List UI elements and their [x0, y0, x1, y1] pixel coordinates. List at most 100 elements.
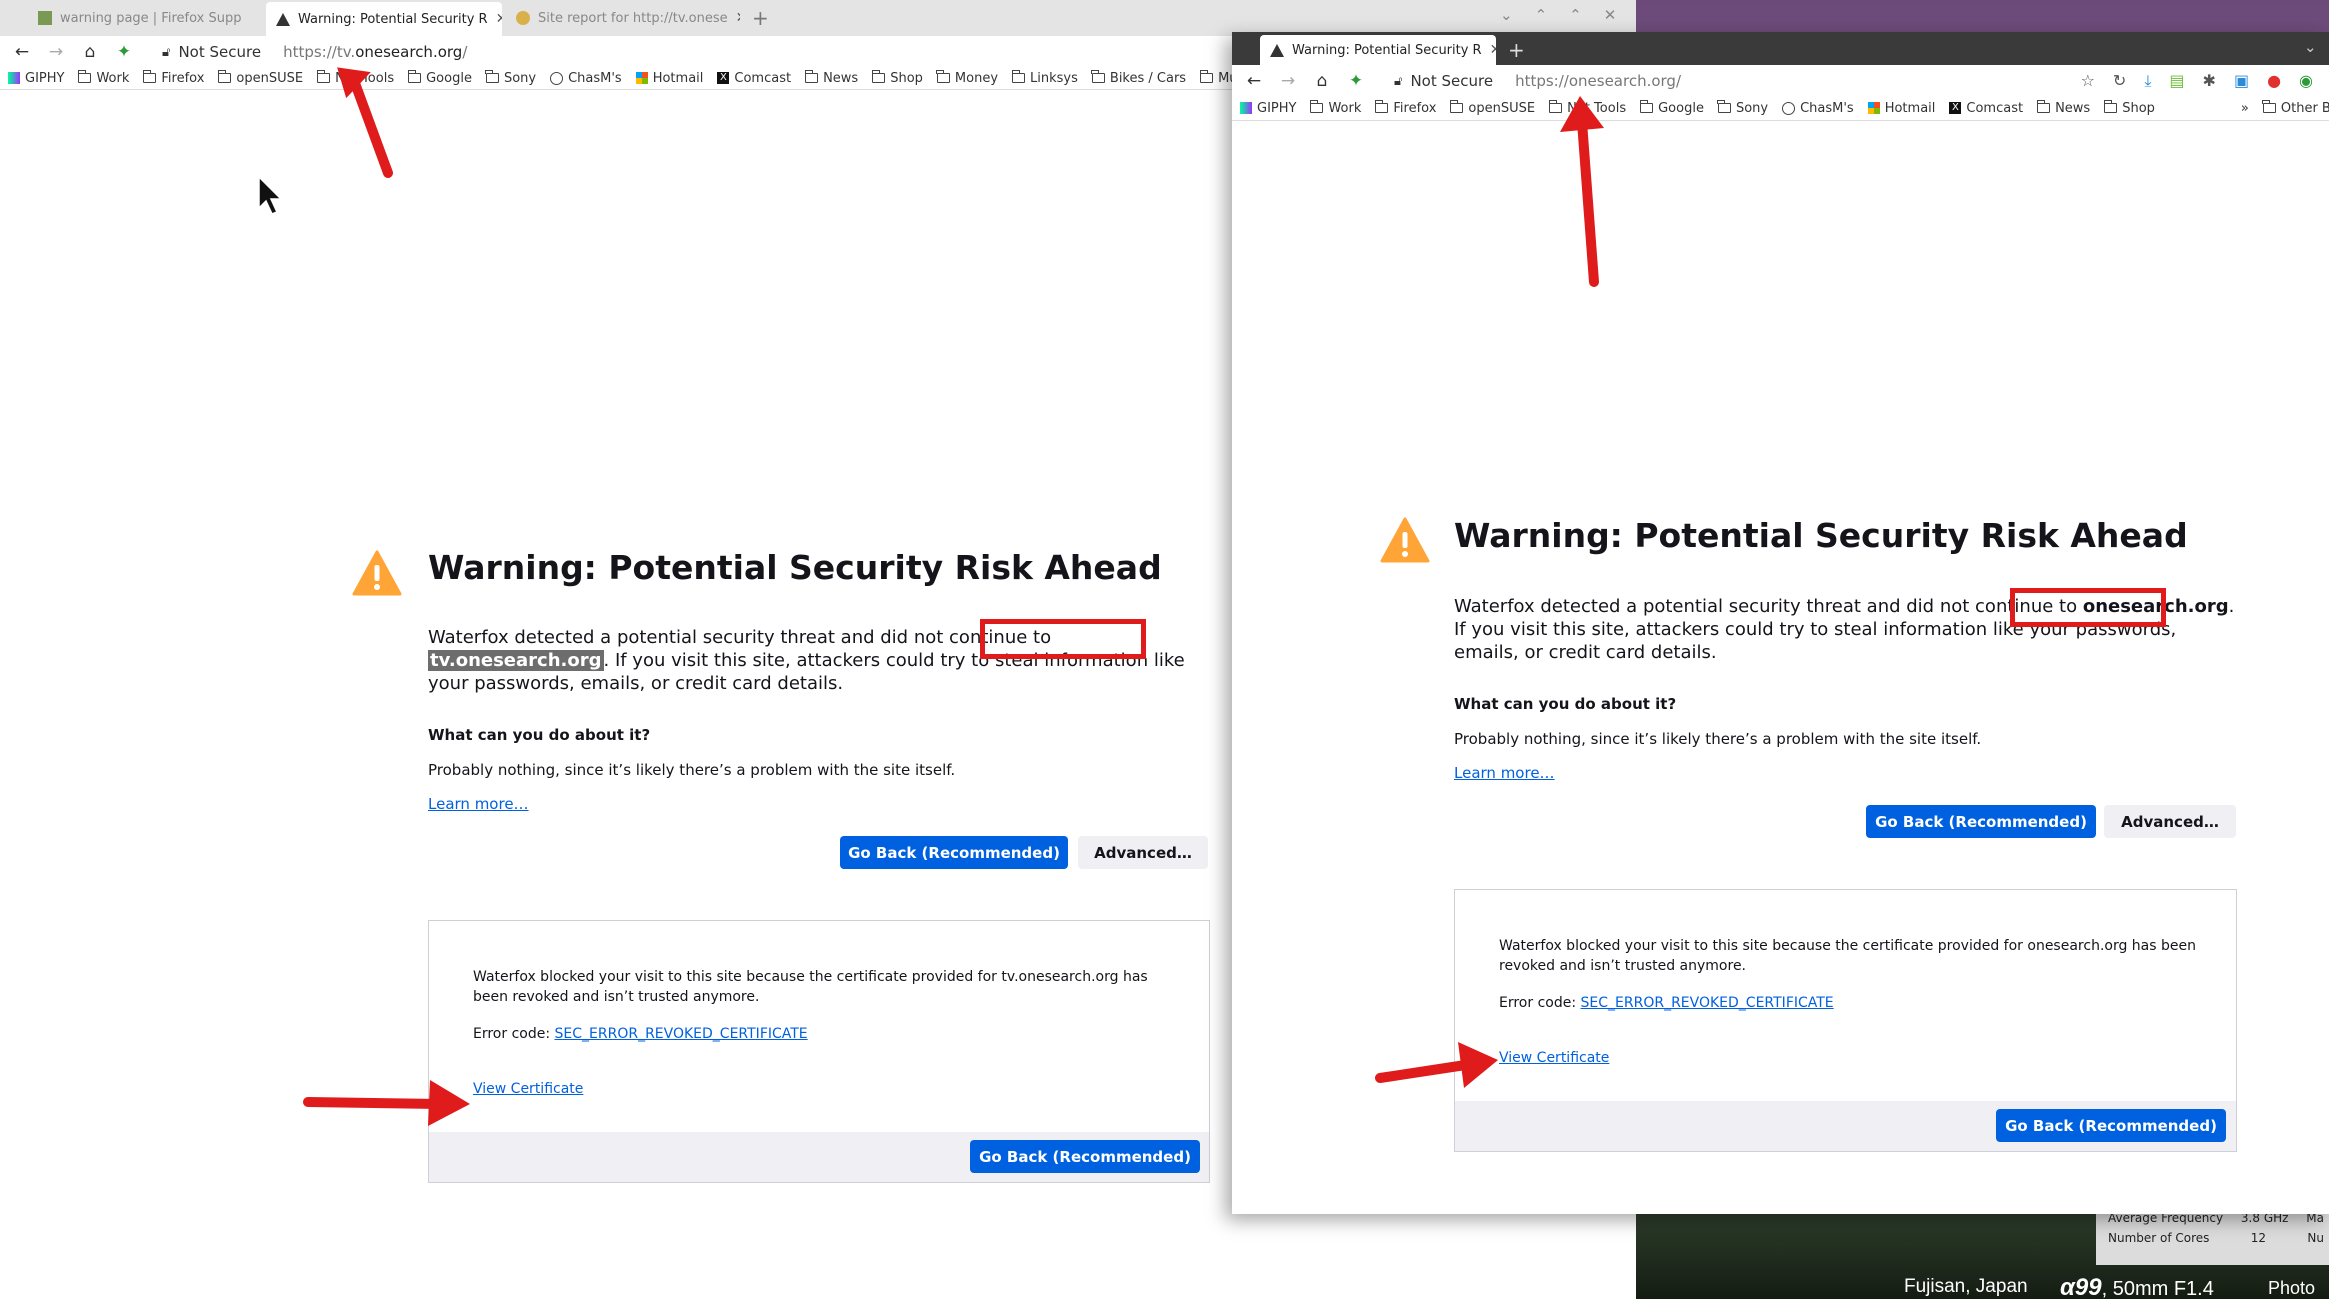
- globe-icon: [550, 71, 564, 85]
- bookmark-giphy[interactable]: GIPHY: [1240, 101, 1296, 116]
- go-back-button[interactable]: Go Back (Recommended): [840, 836, 1068, 869]
- globe-icon: [1782, 101, 1796, 115]
- bookmarks-overflow-icon[interactable]: »: [2241, 101, 2249, 116]
- bookmark-giphy[interactable]: GIPHY: [8, 71, 64, 86]
- not-secure-lock-icon[interactable]: 🔓︎: [162, 45, 170, 60]
- bookmark-folder[interactable]: openSUSE: [217, 70, 303, 86]
- home-icon[interactable]: ⌂: [80, 42, 100, 62]
- mouse-cursor-icon: [258, 176, 283, 215]
- advanced-explanation: Waterfox blocked your visit to this site…: [473, 969, 1148, 1005]
- url-bar[interactable]: 🔓︎ Not Secure https://tv.onesearch.org/: [162, 43, 467, 61]
- bookmark-chasms[interactable]: ChasM's: [1782, 101, 1854, 116]
- back-icon[interactable]: ←: [12, 42, 32, 62]
- bookmark-folder[interactable]: Bikes / Cars: [1091, 70, 1186, 86]
- what-can-you-do-text: Probably nothing, since it’s likely ther…: [1454, 730, 1982, 748]
- folder-icon: [1449, 100, 1464, 113]
- forward-icon[interactable]: →: [1278, 71, 1298, 91]
- learn-more-link[interactable]: Learn more…: [1454, 764, 1555, 782]
- bookmark-comcast[interactable]: X Comcast: [1949, 101, 2023, 116]
- folder-icon: [1309, 100, 1324, 113]
- bookmark-label: openSUSE: [1468, 100, 1536, 116]
- bookmark-folder[interactable]: Firefox: [142, 70, 204, 86]
- error-code-link[interactable]: SEC_ERROR_REVOKED_CERTIFICATE: [1581, 995, 1834, 1011]
- bookmark-folder[interactable]: Work: [1309, 100, 1362, 116]
- close-window-icon[interactable]: ✕: [1604, 6, 1617, 24]
- folder-icon: [804, 70, 819, 83]
- go-back-button[interactable]: Go Back (Recommended): [1866, 805, 2096, 838]
- not-secure-lock-icon[interactable]: 🔓︎: [1394, 74, 1402, 89]
- bookmark-folder[interactable]: Shop: [2103, 100, 2155, 116]
- url-text[interactable]: https://onesearch.org/: [1515, 72, 1681, 90]
- close-tab-icon[interactable]: ✕: [496, 11, 502, 27]
- go-back-button-secondary[interactable]: Go Back (Recommended): [1996, 1109, 2226, 1142]
- go-back-button-secondary[interactable]: Go Back (Recommended): [970, 1140, 1200, 1173]
- folder-icon: [77, 70, 92, 83]
- bookmark-folder[interactable]: News: [2036, 100, 2090, 116]
- error-code-link[interactable]: SEC_ERROR_REVOKED_CERTIFICATE: [555, 1026, 808, 1042]
- url-bar[interactable]: 🔓︎ Not Secure https://onesearch.org/: [1394, 72, 1681, 90]
- extension-icon[interactable]: ✦: [1346, 71, 1366, 91]
- giphy-icon: [1240, 102, 1252, 114]
- extensions-icon[interactable]: ✱: [2203, 71, 2216, 91]
- sysinfo-label: Number of Cores: [2108, 1231, 2210, 1245]
- close-tab-icon[interactable]: ✕: [1490, 42, 1496, 58]
- tab-security-warning[interactable]: Warning: Potential Security R ✕: [1260, 35, 1496, 65]
- back-icon[interactable]: ←: [1244, 71, 1264, 91]
- reload-icon[interactable]: ↻: [2113, 71, 2126, 91]
- minimize-window-icon[interactable]: ⌃: [1535, 6, 1548, 24]
- bookmark-folder[interactable]: Google: [407, 70, 472, 86]
- tab-warning-page[interactable]: warning page | Firefox Supp: [28, 4, 268, 32]
- bookmark-folder[interactable]: Linksys: [1011, 70, 1078, 86]
- forward-icon[interactable]: →: [46, 42, 66, 62]
- bookmark-comcast[interactable]: X Comcast: [717, 71, 791, 86]
- tab-label: warning page | Firefox Supp: [60, 10, 242, 26]
- bookmark-label: News: [823, 70, 859, 86]
- tab-label: Warning: Potential Security R: [298, 11, 488, 27]
- bookmark-folder[interactable]: Sony: [485, 70, 536, 86]
- minimize-icon[interactable]: ⌄: [1500, 6, 1513, 24]
- view-certificate-link[interactable]: View Certificate: [1499, 1050, 1609, 1066]
- bookmark-label: Sony: [1735, 100, 1769, 116]
- bookmark-label: Shop: [890, 70, 923, 86]
- bookmark-hotmail[interactable]: Hotmail: [1867, 101, 1935, 116]
- close-tab-icon[interactable]: ✕: [736, 10, 740, 26]
- bookmark-folder[interactable]: Firefox: [1374, 100, 1436, 116]
- learn-more-link[interactable]: Learn more…: [428, 795, 529, 813]
- addon-icon[interactable]: ▤: [2169, 71, 2184, 91]
- new-tab-icon[interactable]: +: [1508, 38, 1525, 62]
- folder-icon: [217, 70, 232, 83]
- folder-icon: [142, 70, 157, 83]
- other-bookmarks[interactable]: Other Bookmar: [2262, 100, 2329, 116]
- bookmark-folder[interactable]: Google: [1639, 100, 1704, 116]
- bookmark-label: Work: [1328, 100, 1362, 116]
- bookmark-label: Google: [1658, 100, 1704, 116]
- bookmark-folder[interactable]: Money: [936, 70, 998, 86]
- extension-icon[interactable]: ✦: [114, 42, 134, 62]
- new-tab-icon[interactable]: +: [752, 6, 769, 30]
- advanced-button[interactable]: Advanced…: [1078, 836, 1208, 869]
- bookmark-folder[interactable]: openSUSE: [1449, 100, 1536, 116]
- bookmark-label: Google: [426, 70, 472, 86]
- tab-list-icon[interactable]: ⌄: [2304, 38, 2317, 56]
- ublock-icon[interactable]: ●: [2267, 71, 2281, 91]
- bookmark-chasms[interactable]: ChasM's: [550, 71, 622, 86]
- tab-site-report[interactable]: Site report for http://tv.onese ✕: [506, 4, 740, 32]
- support-favicon-icon: [38, 11, 52, 25]
- bookmark-folder[interactable]: Work: [77, 70, 129, 86]
- advanced-button[interactable]: Advanced…: [2104, 805, 2236, 838]
- bookmark-label: Linksys: [1030, 70, 1078, 86]
- tab-security-warning[interactable]: Warning: Potential Security R ✕: [266, 2, 502, 36]
- downloads-icon[interactable]: ⤓: [2144, 71, 2151, 91]
- menu-extension-icon[interactable]: ◉: [2299, 71, 2313, 91]
- home-icon[interactable]: ⌂: [1312, 71, 1332, 91]
- bookmark-folder[interactable]: Shop: [871, 70, 923, 86]
- bookmark-folder[interactable]: News: [804, 70, 859, 86]
- maximize-icon[interactable]: ⌃: [1569, 6, 1582, 24]
- view-certificate-link[interactable]: View Certificate: [473, 1081, 583, 1097]
- sidebar-icon[interactable]: ▣: [2234, 71, 2249, 91]
- browser-window-right: Warning: Potential Security R ✕ + ⌄ ← → …: [1232, 32, 2329, 1214]
- bookmark-label: Other Bookmar: [2280, 100, 2329, 116]
- bookmark-star-icon[interactable]: ☆: [2081, 71, 2095, 91]
- bookmark-hotmail[interactable]: Hotmail: [635, 71, 703, 86]
- bookmark-folder[interactable]: Sony: [1717, 100, 1769, 116]
